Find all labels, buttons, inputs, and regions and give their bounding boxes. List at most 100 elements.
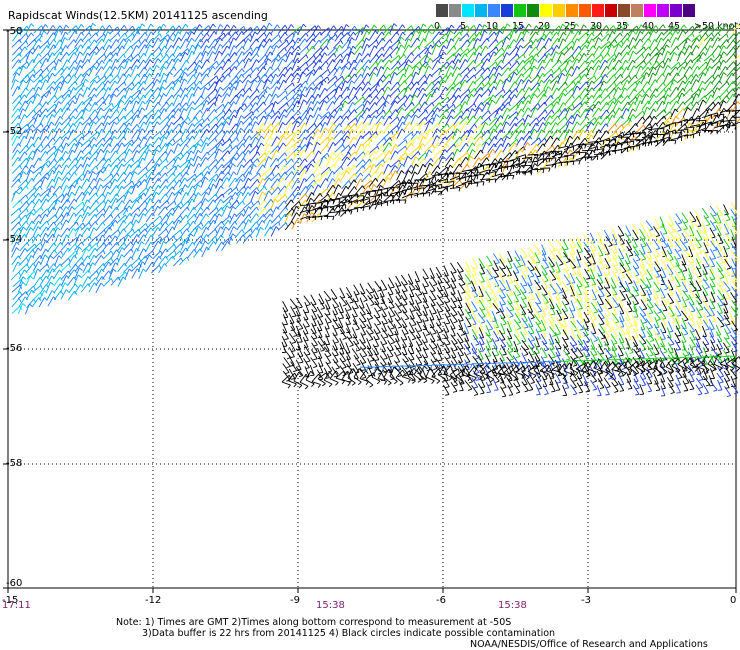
wind-barb-flag xyxy=(274,127,278,132)
wind-barb xyxy=(213,79,220,90)
wind-barb-flag xyxy=(710,57,714,62)
wind-barb-flag xyxy=(649,123,653,128)
wind-barb-flag xyxy=(547,86,552,90)
wind-barb-flag xyxy=(614,123,618,128)
wind-barb xyxy=(242,200,252,210)
wind-barb xyxy=(376,137,385,147)
wind-barb-flag xyxy=(298,201,302,206)
wind-barb-flag xyxy=(345,65,349,70)
wind-barb xyxy=(194,95,202,105)
wind-barb-flag xyxy=(135,213,139,217)
wind-barb-flag xyxy=(348,109,352,114)
wind-barb xyxy=(312,31,321,41)
wind-barb xyxy=(263,190,269,202)
wind-barb-flag xyxy=(437,107,441,112)
wind-barb-flag xyxy=(499,79,504,83)
wind-barb xyxy=(453,37,460,48)
wind-barb-flag xyxy=(192,101,196,105)
wind-barb-flag xyxy=(156,78,161,83)
wind-barb xyxy=(551,108,560,118)
wind-barb-flag xyxy=(141,107,146,111)
wind-barb-flag xyxy=(29,128,34,132)
wind-barb-flag xyxy=(33,109,36,114)
wind-barb-flag xyxy=(590,134,595,139)
wind-barb xyxy=(395,44,402,55)
wind-barb-flag xyxy=(572,104,575,109)
wind-barb-flag xyxy=(236,200,240,205)
wind-barb-flag xyxy=(172,172,176,177)
wind-barb-flag xyxy=(30,23,35,27)
wind-barb-flag xyxy=(613,66,617,71)
wind-barb-flag xyxy=(65,24,70,29)
wind-barb-flag xyxy=(415,65,420,69)
wind-barb-flag xyxy=(183,78,188,83)
wind-barb-flag xyxy=(58,170,62,175)
wind-barb-flag xyxy=(436,128,441,132)
wind-barb-flag xyxy=(624,87,628,91)
wind-barb xyxy=(193,65,200,76)
wind-barb-flag xyxy=(22,79,27,84)
wind-barb xyxy=(375,151,385,160)
wind-barb-flag xyxy=(233,213,238,217)
wind-barb-flag xyxy=(527,114,532,118)
wind-barb-flag xyxy=(85,108,89,112)
wind-barb-flag xyxy=(383,74,387,79)
wind-barb-flag xyxy=(128,73,132,78)
wind-barb-flag xyxy=(183,108,188,112)
wind-barb-flag xyxy=(114,66,119,70)
wind-barb xyxy=(95,38,103,48)
wind-barb-flag xyxy=(205,213,209,218)
wind-barb xyxy=(60,164,67,176)
wind-barb-flag xyxy=(547,24,551,28)
wind-barb-flag xyxy=(726,89,729,94)
wind-barb-flag xyxy=(270,208,274,213)
wind-barb xyxy=(530,74,539,84)
wind-barb xyxy=(214,94,220,105)
wind-barb-flag xyxy=(53,39,57,43)
wind-barb-flag xyxy=(326,95,330,100)
wind-barb-flag xyxy=(493,51,497,55)
wind-barb-flag xyxy=(207,117,210,122)
wind-barb-flag xyxy=(691,33,695,38)
wind-barb xyxy=(607,123,616,133)
wind-barb xyxy=(186,101,194,111)
wind-barb-flag xyxy=(229,138,232,143)
wind-barb xyxy=(215,24,221,35)
wind-barb-flag xyxy=(324,52,328,56)
wind-barb-flag xyxy=(148,149,152,153)
wind-barb-flag xyxy=(298,110,301,115)
wind-barb-flag xyxy=(212,178,217,183)
wind-barb-flag xyxy=(123,25,127,29)
wind-barb-flag xyxy=(271,172,275,177)
wind-barb-flag xyxy=(100,184,104,188)
wind-barb-flag xyxy=(94,79,98,84)
wind-barb-flag xyxy=(241,164,245,168)
wind-barb-flag xyxy=(93,121,97,125)
wind-barb-flag xyxy=(149,59,154,63)
wind-barb-flag xyxy=(337,184,342,188)
wind-barb-flag xyxy=(74,138,78,143)
wind-barb-flag xyxy=(414,171,418,175)
wind-barb xyxy=(397,115,404,127)
wind-barb-flag xyxy=(149,143,154,148)
wind-barb-flag xyxy=(164,37,168,42)
wind-barb xyxy=(123,157,133,167)
wind-barb-flag xyxy=(102,193,106,198)
wind-barb-flag xyxy=(32,124,35,129)
wind-barb-flag xyxy=(410,25,414,30)
wind-barb xyxy=(586,38,593,49)
wind-barb xyxy=(663,26,672,36)
wind-barb-flag xyxy=(205,191,210,196)
wind-barb xyxy=(138,114,146,125)
wind-barb-flag xyxy=(466,164,470,168)
wind-barb xyxy=(284,73,292,83)
wind-barb-flag xyxy=(268,156,272,160)
wind-barb-flag xyxy=(93,51,98,55)
wind-barb-flag xyxy=(19,46,23,51)
wind-barb-flag xyxy=(165,151,168,156)
wind-barb-flag xyxy=(51,121,55,126)
wind-barb-flag xyxy=(286,102,289,107)
wind-barb-flag xyxy=(149,121,154,125)
wind-barb xyxy=(276,47,285,56)
wind-barb-flag xyxy=(414,114,419,118)
